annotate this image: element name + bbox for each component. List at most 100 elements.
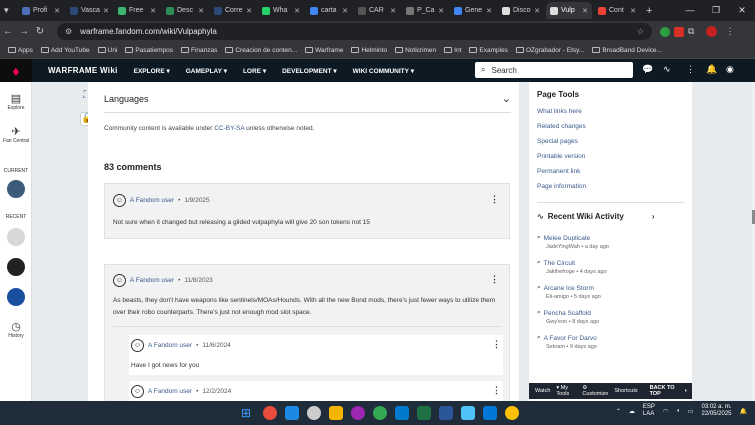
language-indicator[interactable]: ESP LAA — [643, 404, 655, 418]
wiki-menu-item[interactable]: WIKI COMMUNITY ▾ — [353, 67, 414, 75]
app-taskbar-icon[interactable] — [351, 406, 365, 420]
license-link[interactable]: CC-BY-SA — [214, 125, 244, 132]
page-tool-link[interactable]: Page information — [537, 183, 586, 190]
volume-icon[interactable]: ◖ — [676, 408, 680, 414]
reply-more-icon[interactable]: ⋮ — [492, 385, 501, 396]
comment-user[interactable]: A Fandom user — [130, 197, 174, 204]
chrome-taskbar-icon[interactable] — [263, 406, 277, 420]
watch-button[interactable]: Watch — [535, 388, 550, 394]
activity-icon[interactable]: ∿ — [663, 64, 671, 75]
wiki-menu-item[interactable]: DEVELOPMENT ▾ — [282, 67, 337, 75]
back-to-top-button[interactable]: BACK TO TOP — [650, 385, 679, 397]
bookmark-item[interactable]: Creacion de conten... — [225, 47, 297, 54]
browser-tab[interactable]: Vulp ✕ — [546, 2, 592, 19]
comment-more-icon[interactable]: ⋮ — [490, 274, 499, 285]
more-icon[interactable]: ⋮ — [686, 64, 695, 75]
recent-activity-item[interactable]: ⌕ Melee Duplicate JadeYingWah • a day ago — [537, 234, 609, 250]
file-explorer-icon[interactable] — [329, 406, 343, 420]
battery-icon[interactable]: ▭ — [688, 408, 694, 415]
app-taskbar-icon[interactable] — [483, 406, 497, 420]
browser-tab[interactable]: Corre ✕ — [210, 2, 256, 19]
vscode-taskbar-icon[interactable] — [395, 406, 409, 420]
wiki-search-input[interactable]: ⌕ Search — [475, 62, 633, 78]
reply-user[interactable]: A Fandom user — [148, 388, 192, 395]
restore-icon[interactable]: ❐ — [703, 0, 729, 21]
chevron-down-icon[interactable]: ⌄ — [502, 92, 511, 105]
browser-tab[interactable]: Profi ✕ — [18, 2, 64, 19]
wiki-menu-item[interactable]: EXPLORE ▾ — [134, 67, 170, 75]
tab-close-icon[interactable]: ✕ — [534, 7, 540, 15]
browser-tab[interactable]: Disco ✕ — [498, 2, 544, 19]
site-info-icon[interactable]: ⚙ — [65, 27, 72, 36]
notifications-icon[interactable]: 🔔 — [706, 64, 717, 75]
page-tool-link[interactable]: Related changes — [537, 123, 586, 130]
reply-more-icon[interactable]: ⋮ — [492, 339, 501, 350]
tab-close-icon[interactable]: ✕ — [198, 7, 204, 15]
comment-user[interactable]: A Fandom user — [130, 277, 174, 284]
wiki-title[interactable]: WARFRAME Wiki — [48, 66, 118, 75]
page-tool-link[interactable]: What links here — [537, 108, 582, 115]
bookmark-star-icon[interactable]: ☆ — [637, 27, 644, 36]
browser-tab[interactable]: Vasca ✕ — [66, 2, 112, 19]
bookmark-item[interactable]: OZgrabador - Etsy... — [515, 47, 584, 54]
tab-close-icon[interactable]: ✕ — [486, 7, 492, 15]
app-taskbar-icon[interactable] — [285, 406, 299, 420]
recent-activity-item[interactable]: ⌕ Arcane Ice Storm Eli-amigo • 5 days ago — [537, 284, 601, 300]
bookmark-item[interactable]: Helminto — [351, 47, 387, 54]
activity-title[interactable]: Pencha Scaffold — [544, 310, 591, 317]
bookmark-item[interactable]: Pasatiempos — [125, 47, 173, 54]
bookmark-item[interactable]: Add YouTube — [40, 47, 90, 54]
tab-close-icon[interactable]: ✕ — [103, 7, 109, 15]
bookmark-item[interactable]: Finanzas — [180, 47, 217, 54]
tab-close-icon[interactable]: ✕ — [582, 7, 588, 15]
activity-title[interactable]: Arcane Ice Storm — [544, 285, 594, 292]
profile-avatar[interactable] — [706, 26, 718, 37]
tab-close-icon[interactable]: ✕ — [390, 7, 396, 15]
new-tab-button[interactable]: + — [646, 5, 652, 17]
tab-close-icon[interactable]: ✕ — [438, 7, 444, 15]
activity-title[interactable]: A Favor For Darvo — [544, 335, 597, 342]
bookmark-item[interactable]: Examples — [469, 47, 508, 54]
activity-title[interactable]: The Circuit — [544, 260, 575, 267]
page-tool-link[interactable]: Printable version — [537, 153, 585, 160]
extension-red-icon[interactable] — [674, 26, 684, 37]
page-tool-link[interactable]: Special pages — [537, 138, 578, 145]
rail-explore[interactable]: ▤ Explore — [0, 92, 32, 111]
recent-activity-item[interactable]: ⌕ A Favor For Darvo Sekram • 9 days ago — [537, 334, 597, 350]
back-icon[interactable]: ← — [0, 26, 16, 37]
forward-icon[interactable]: → — [16, 26, 32, 37]
bookmark-item[interactable]: BroadBand Device... — [592, 47, 662, 54]
app-taskbar-icon[interactable] — [505, 406, 519, 420]
browser-tab[interactable]: Desc ✕ — [162, 2, 208, 19]
bookmark-item[interactable]: Warframe — [305, 47, 343, 54]
recent-activity-item[interactable]: ⌕ The Circuit Jakthefroge • 4 days ago — [537, 259, 607, 275]
reply-user[interactable]: A Fandom user — [148, 342, 192, 349]
excel-taskbar-icon[interactable] — [417, 406, 431, 420]
tab-close-icon[interactable]: ✕ — [54, 7, 60, 15]
browser-tab[interactable]: CAR ✕ — [354, 2, 400, 19]
recent-wiki-avatar[interactable] — [0, 258, 32, 276]
browser-menu-icon[interactable]: ⋮ — [725, 26, 734, 37]
tab-close-icon[interactable]: ✕ — [150, 7, 156, 15]
bookmark-item[interactable]: Int — [444, 47, 461, 54]
browser-tab[interactable]: Gene ✕ — [450, 2, 496, 19]
recent-activity-header[interactable]: ∿ Recent Wiki Activity › — [537, 212, 654, 221]
shortcuts-button[interactable]: Shortcuts — [614, 388, 637, 394]
tab-close-icon[interactable]: ✕ — [342, 7, 348, 15]
my-tools-button[interactable]: ▾ My Tools — [556, 385, 576, 397]
close-window-icon[interactable]: ✕ — [729, 0, 755, 21]
comment-date[interactable]: 1/9/2025 — [184, 197, 209, 204]
clock[interactable]: 03:02 a. m. 22/05/2025 — [701, 404, 731, 418]
windows-start-icon[interactable]: ⊞ — [241, 406, 255, 420]
recent-activity-item[interactable]: ⌕ Pencha Scaffold Gwy'eon • 8 days ago — [537, 309, 599, 325]
extension-green-icon[interactable] — [660, 26, 670, 37]
current-wiki-avatar[interactable] — [0, 180, 32, 198]
recent-wiki-avatar[interactable] — [0, 288, 32, 306]
comment-more-icon[interactable]: ⋮ — [490, 194, 499, 205]
browser-tab[interactable]: carta ✕ — [306, 2, 352, 19]
wiki-menu-item[interactable]: GAMEPLAY ▾ — [186, 67, 227, 75]
rail-fan-central[interactable]: ✈ Fan Central — [0, 125, 32, 144]
chrome-taskbar-icon[interactable] — [373, 406, 387, 420]
wifi-icon[interactable]: ◠ — [663, 408, 668, 415]
cloud-icon[interactable]: ☁ — [629, 408, 635, 415]
